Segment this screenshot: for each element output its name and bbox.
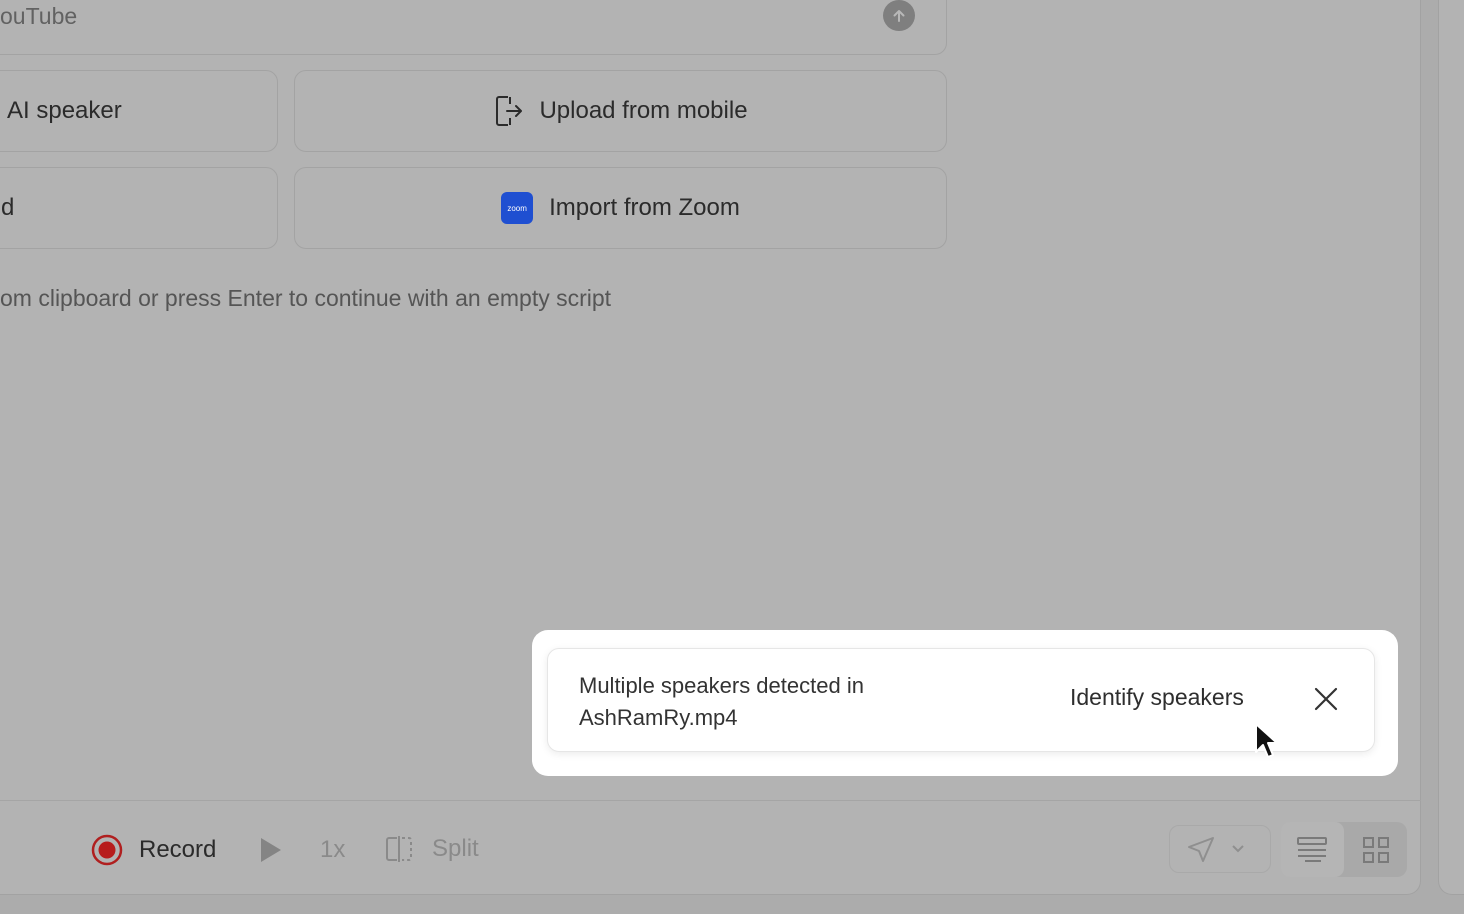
play-icon	[259, 836, 283, 864]
split-label: Split	[432, 835, 479, 862]
toast-message-filename: AshRamRy.mp4	[579, 705, 738, 730]
lines-icon	[1297, 836, 1327, 862]
submit-arrow-icon[interactable]	[883, 0, 915, 31]
youtube-url-input[interactable]	[0, 0, 947, 55]
record-icon	[91, 834, 123, 866]
playback-speed-label: 1x	[320, 836, 346, 863]
identify-speakers-button[interactable]: Identify speakers	[1070, 684, 1244, 711]
toast-message-line1: Multiple speakers detected in	[579, 673, 864, 698]
left-import-button[interactable]: d	[0, 167, 278, 249]
upload-mobile-label: Upload from mobile	[539, 97, 748, 124]
upload-mobile-icon	[493, 94, 525, 128]
script-view-button[interactable]	[1281, 822, 1344, 877]
ai-speaker-button[interactable]: AI speaker	[0, 70, 278, 152]
record-button[interactable]: Record	[91, 834, 216, 866]
upload-from-mobile-button[interactable]: Upload from mobile	[294, 70, 947, 152]
split-button[interactable]: Split	[384, 834, 479, 864]
speaker-detection-toast: Multiple speakers detected in AshRamRy.m…	[547, 648, 1375, 752]
pointer-icon	[1186, 836, 1216, 864]
mouse-cursor-icon	[1254, 722, 1280, 767]
record-label: Record	[139, 836, 217, 863]
play-button[interactable]	[259, 836, 283, 864]
empty-script-hint: om clipboard or press Enter to continue …	[0, 285, 612, 311]
select-tool-dropdown[interactable]	[1169, 825, 1271, 873]
zoom-logo-icon: zoom	[501, 192, 534, 224]
close-icon[interactable]	[1312, 685, 1340, 713]
chevron-down-icon	[1231, 844, 1245, 854]
toolbar-divider	[0, 800, 1421, 801]
import-from-zoom-button[interactable]: zoom Import from Zoom	[294, 167, 947, 249]
ai-speaker-label: AI speaker	[7, 97, 122, 124]
youtube-url-placeholder: ouTube	[0, 3, 78, 29]
left-import-label: d	[1, 194, 15, 221]
split-icon	[384, 834, 414, 864]
view-toggle	[1281, 822, 1407, 877]
right-sidebar-edge	[1438, 0, 1464, 895]
grid-view-button[interactable]	[1344, 822, 1407, 877]
grid-icon	[1362, 836, 1390, 864]
playback-speed-button[interactable]: 1x	[320, 836, 345, 864]
zoom-label: Import from Zoom	[549, 194, 740, 221]
toast-message: Multiple speakers detected in AshRamRy.m…	[579, 670, 999, 734]
